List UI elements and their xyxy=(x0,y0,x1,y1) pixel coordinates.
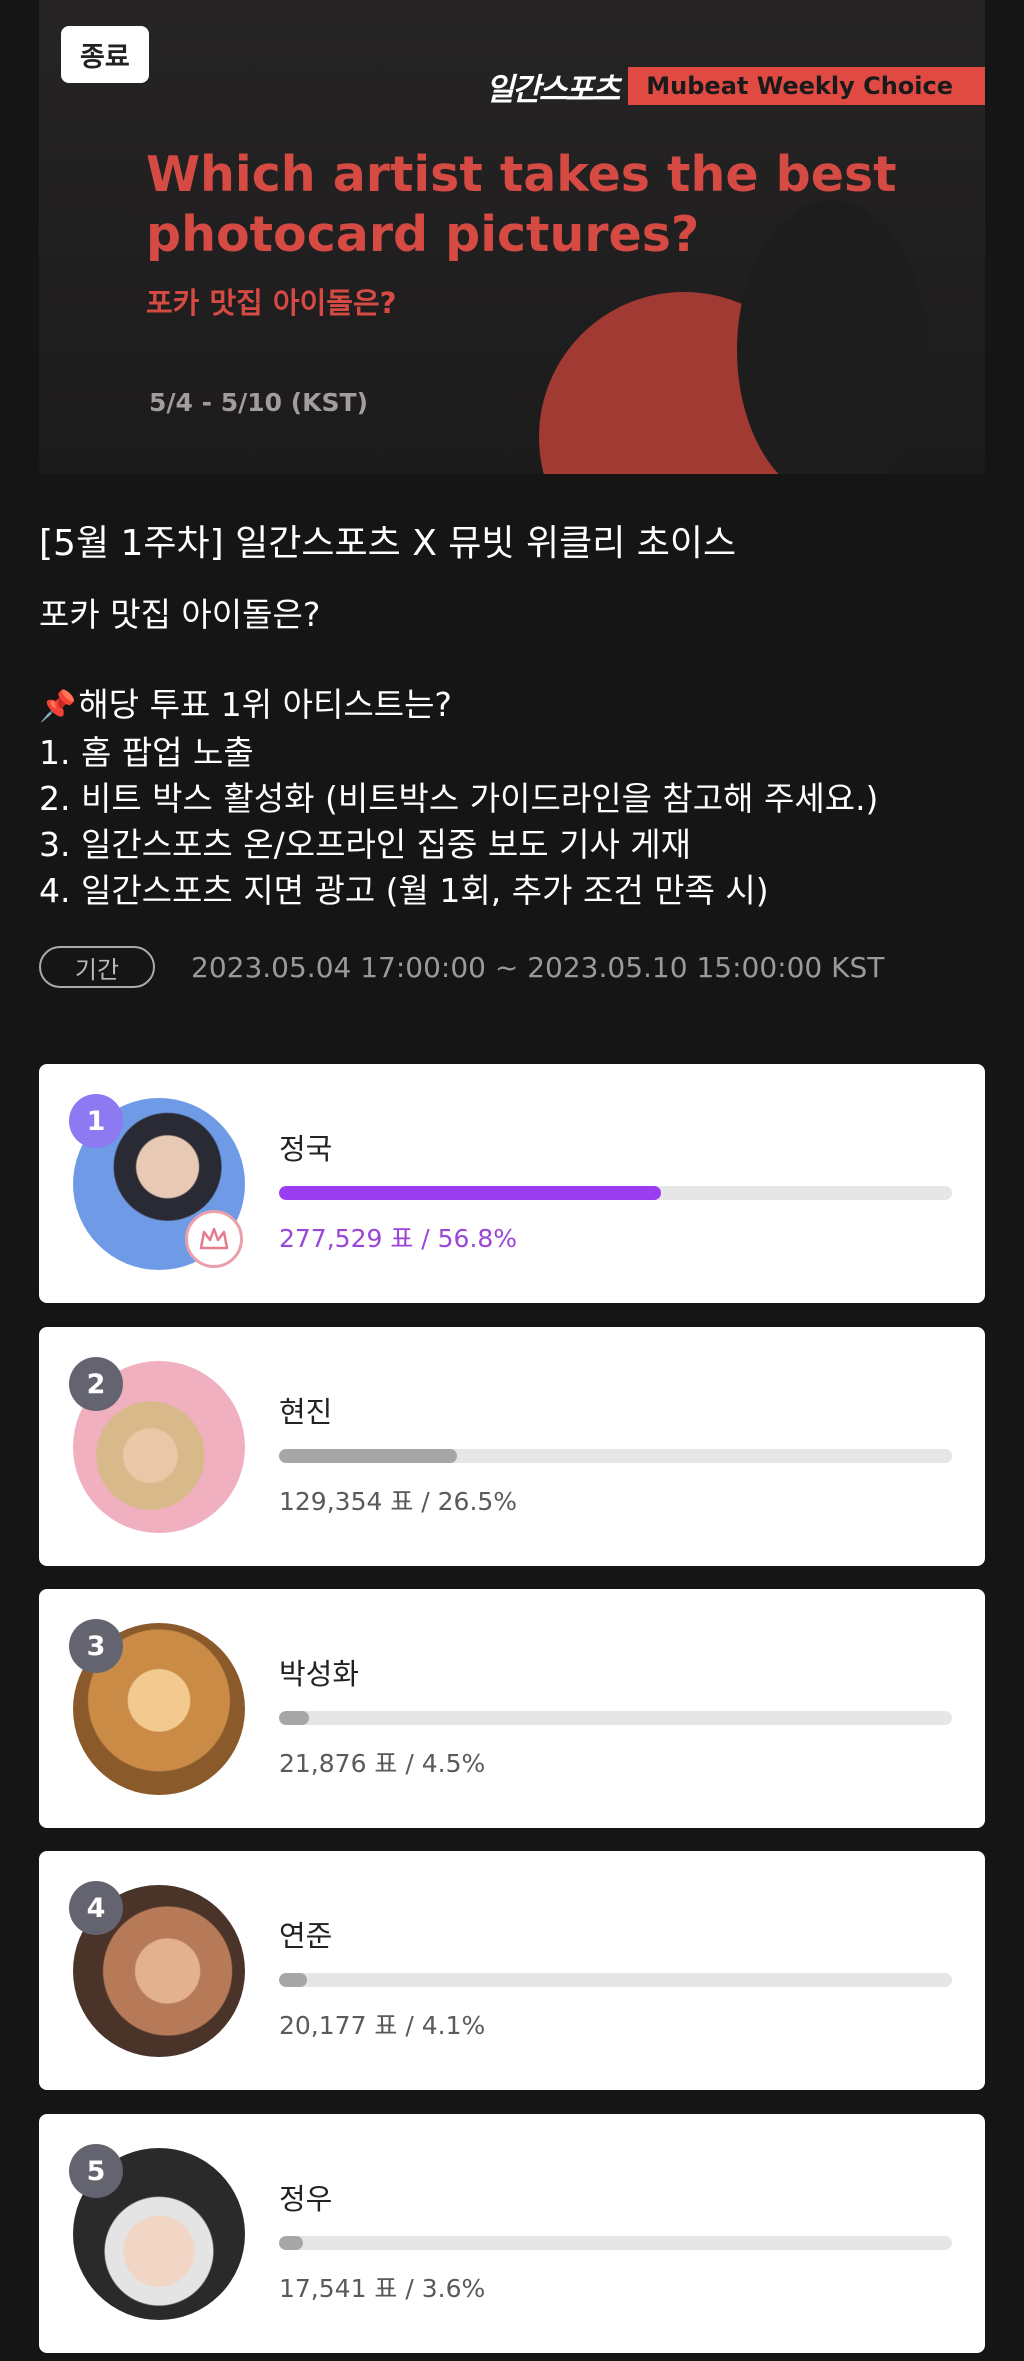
benefits-heading: 📌해당 투표 1위 아티스트는? xyxy=(39,678,452,726)
vote-count: 20,177 표 / 4.1% xyxy=(279,2011,486,2040)
vote-bar xyxy=(279,2236,952,2250)
poll-period: 기간 2023.05.04 17:00:00 ~ 2023.05.10 15:0… xyxy=(39,946,884,988)
artist-name: 정우 xyxy=(279,2182,333,2216)
banner-dates: 5/4 - 5/10 (KST) xyxy=(149,388,369,417)
benefits-heading-text: 해당 투표 1위 아티스트는? xyxy=(78,685,452,724)
rank-badge: 4 xyxy=(69,1881,123,1935)
vote-bar-fill xyxy=(279,2236,304,2250)
benefit-item: 3. 일간스포츠 온/오프라인 집중 보도 기사 게재 xyxy=(39,825,692,864)
rank-badge: 1 xyxy=(69,1094,123,1148)
benefit-item: 2. 비트 박스 활성화 (비트박스 가이드라인을 참고해 주세요.) xyxy=(39,779,879,818)
vote-bar-fill xyxy=(279,1711,310,1725)
brand-tag: Mubeat Weekly Choice xyxy=(628,67,985,105)
rank-badge: 3 xyxy=(69,1619,123,1673)
brand-header: 일간스포츠 Mubeat Weekly Choice xyxy=(485,66,985,108)
vote-bar-fill xyxy=(279,1449,458,1463)
result-card-1[interactable]: 1 정국 277,529 표 / 56.8% xyxy=(39,1064,985,1303)
rank-badge: 2 xyxy=(69,1357,123,1411)
brand-logo: 일간스포츠 xyxy=(485,71,621,108)
artist-name: 정국 xyxy=(279,1132,333,1166)
vote-bar-fill xyxy=(279,1186,662,1200)
vote-bar xyxy=(279,1449,952,1463)
result-card-5[interactable]: 5 정우 17,541 표 / 3.6% xyxy=(39,2114,985,2353)
vote-count: 21,876 표 / 4.5% xyxy=(279,1749,486,1778)
banner-subtitle: 포카 맛집 아이돌은? xyxy=(146,286,397,320)
vote-count: 277,529 표 / 56.8% xyxy=(279,1224,518,1253)
vote-bar xyxy=(279,1973,952,1987)
post-question: 포카 맛집 아이돌은? xyxy=(39,595,321,634)
artist-name: 현진 xyxy=(279,1395,333,1429)
period-badge: 기간 xyxy=(39,946,155,988)
artist-name: 연준 xyxy=(279,1919,333,1953)
vote-bar-fill xyxy=(279,1973,307,1987)
rank-badge: 5 xyxy=(69,2144,123,2198)
result-card-4[interactable]: 4 연준 20,177 표 / 4.1% xyxy=(39,1851,985,2090)
pushpin-icon: 📌 xyxy=(39,689,77,724)
vote-bar xyxy=(279,1186,952,1200)
benefit-item: 1. 홈 팝업 노출 xyxy=(39,733,254,772)
post-title: [5월 1주차] 일간스포츠 X 뮤빗 위클리 초이스 xyxy=(39,523,737,564)
benefit-item: 4. 일간스포츠 지면 광고 (월 1회, 추가 조건 만족 시) xyxy=(39,871,769,910)
artist-name: 박성화 xyxy=(279,1657,360,1691)
crown-icon xyxy=(185,1210,243,1268)
banner-title: Which artist takes the best photocard pi… xyxy=(146,146,897,263)
vote-count: 129,354 표 / 26.5% xyxy=(279,1487,518,1516)
period-text: 2023.05.04 17:00:00 ~ 2023.05.10 15:00:0… xyxy=(191,950,885,984)
result-card-2[interactable]: 2 현진 129,354 표 / 26.5% xyxy=(39,1327,985,1566)
vote-bar xyxy=(279,1711,952,1725)
poll-banner: 종료 일간스포츠 Mubeat Weekly Choice Which arti… xyxy=(39,0,985,474)
status-badge: 종료 xyxy=(61,26,149,83)
result-card-3[interactable]: 3 박성화 21,876 표 / 4.5% xyxy=(39,1589,985,1828)
vote-count: 17,541 표 / 3.6% xyxy=(279,2274,486,2303)
